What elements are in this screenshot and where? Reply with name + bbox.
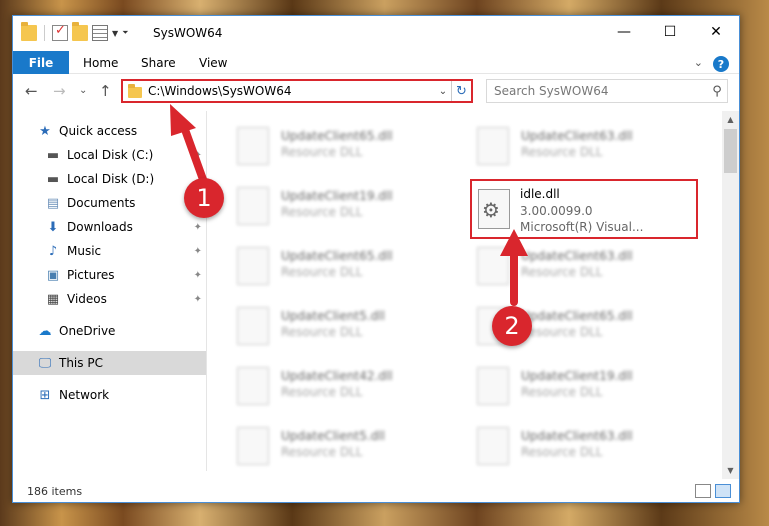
arrow-2 [500,229,528,306]
callout-badge-2: 2 [492,306,532,346]
callout-badge-1: 1 [184,178,224,218]
annotation-arrows [170,104,528,306]
arrow-1 [170,104,209,189]
